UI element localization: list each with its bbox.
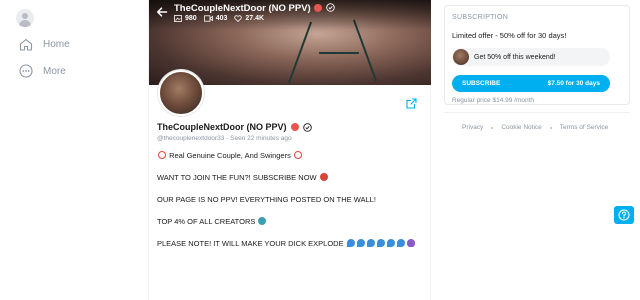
share-button[interactable] xyxy=(402,95,420,111)
cover-title: TheCoupleNextDoor (NO PPV) xyxy=(174,3,335,14)
sweat-droplets-emoji-icon xyxy=(356,239,365,247)
bio-line-1: Real Genuine Couple, And Swingers xyxy=(157,151,303,160)
bio-line-4: TOP 4% OF ALL CREATORS xyxy=(157,217,267,226)
privacy-link[interactable]: Privacy xyxy=(462,124,483,131)
cookie-notice-link[interactable]: Cookie Notice xyxy=(501,124,541,131)
likes-stat: 27.4K xyxy=(234,15,264,22)
sweat-droplets-emoji-icon xyxy=(396,239,405,247)
subscription-box: SUBSCRIPTION Limited offer - 50% off for… xyxy=(444,5,630,105)
sweat-droplets-emoji-icon xyxy=(386,239,395,247)
profile-column: TheCoupleNextDoor (NO PPV) 980 403 27.4K xyxy=(148,0,431,300)
heart-eyes-emoji-icon xyxy=(314,4,323,12)
home-icon xyxy=(19,38,33,51)
heart-eyes-emoji-icon xyxy=(290,123,299,131)
bio-line-3: OUR PAGE IS NO PPV! EVERYTHING POSTED ON… xyxy=(157,195,376,204)
promo-text: Get 50% off this weekend! xyxy=(474,53,556,61)
subscribe-button-price: $7.50 for 30 days xyxy=(547,80,600,87)
eggplant-emoji-icon xyxy=(406,239,415,247)
sidebar-divider xyxy=(444,112,630,113)
bio-line-1-text: Real Genuine Couple, And Swingers xyxy=(169,151,291,160)
nav-item-home[interactable]: Home xyxy=(19,38,70,51)
help-button[interactable] xyxy=(614,206,634,224)
limited-offer-text: Limited offer - 50% off for 30 days! xyxy=(452,31,567,40)
angry-face-emoji-icon xyxy=(319,173,328,181)
profile-handle: @thecouplenextdoor33 xyxy=(157,135,225,142)
bio-line-5-text: PLEASE NOTE! IT WILL MAKE YOUR DICK EXPL… xyxy=(157,239,344,248)
user-avatar[interactable] xyxy=(16,9,34,27)
terms-link[interactable]: Terms of Service xyxy=(560,124,608,131)
bio-line-3-text: OUR PAGE IS NO PPV! EVERYTHING POSTED ON… xyxy=(157,195,376,204)
bio-line-2-text: WANT TO JOIN THE FUN?! SUBSCRIBE NOW xyxy=(157,173,317,182)
verified-icon xyxy=(302,122,312,132)
subscribe-button[interactable]: SUBSCRIBE $7.50 for 30 days xyxy=(452,75,610,92)
left-navigation: Home More xyxy=(0,0,148,300)
nav-item-more[interactable]: More xyxy=(19,64,66,78)
subscription-header: SUBSCRIPTION xyxy=(452,14,509,21)
heart-icon xyxy=(234,15,243,22)
verified-icon xyxy=(326,3,335,12)
last-seen: Seen 22 minutes ago xyxy=(230,135,292,142)
videos-count: 403 xyxy=(215,15,228,22)
photos-stat: 980 xyxy=(174,15,197,22)
regular-price: Regular price $14.99 /month xyxy=(452,97,535,104)
more-icon xyxy=(19,64,33,78)
cover-stats: 980 403 27.4K xyxy=(174,15,264,22)
cover-title-text: TheCoupleNextDoor (NO PPV) xyxy=(174,3,311,14)
no-entry-emoji-icon xyxy=(293,151,302,159)
no-entry-emoji-icon xyxy=(158,151,166,159)
bio-line-5: PLEASE NOTE! IT WILL MAKE YOUR DICK EXPL… xyxy=(157,239,416,248)
bio-line-4-text: TOP 4% OF ALL CREATORS xyxy=(157,217,256,226)
profile-name: TheCoupleNextDoor (NO PPV) xyxy=(157,122,312,132)
nav-more-label: More xyxy=(43,65,66,77)
back-arrow-icon[interactable] xyxy=(156,6,168,18)
separator-dot xyxy=(549,126,552,129)
separator-dot xyxy=(491,126,494,129)
photo-icon xyxy=(174,15,182,22)
photos-count: 980 xyxy=(185,15,197,22)
bio-line-2: WANT TO JOIN THE FUN?! SUBSCRIBE NOW xyxy=(157,173,329,182)
sweat-droplets-emoji-icon xyxy=(366,239,375,247)
video-icon xyxy=(203,15,213,22)
likes-count: 27.4K xyxy=(245,15,265,22)
sweat-droplets-emoji-icon xyxy=(376,239,385,247)
footer-links: Privacy Cookie Notice Terms of Service xyxy=(462,124,608,131)
profile-avatar[interactable] xyxy=(158,70,204,116)
help-icon xyxy=(618,209,630,221)
videos-stat: 403 xyxy=(203,15,228,22)
share-icon xyxy=(405,97,417,109)
handle-row: @thecouplenextdoor33 · Seen 22 minutes a… xyxy=(157,135,292,142)
nav-home-label: Home xyxy=(43,39,70,50)
profile-name-text: TheCoupleNextDoor (NO PPV) xyxy=(157,122,287,132)
promo-message: Get 50% off this weekend! xyxy=(452,48,610,66)
promo-avatar xyxy=(453,49,469,65)
globe-emoji-icon xyxy=(258,217,267,225)
subscribe-button-label: SUBSCRIBE xyxy=(462,80,501,87)
sweat-droplets-emoji-icon xyxy=(346,239,355,247)
